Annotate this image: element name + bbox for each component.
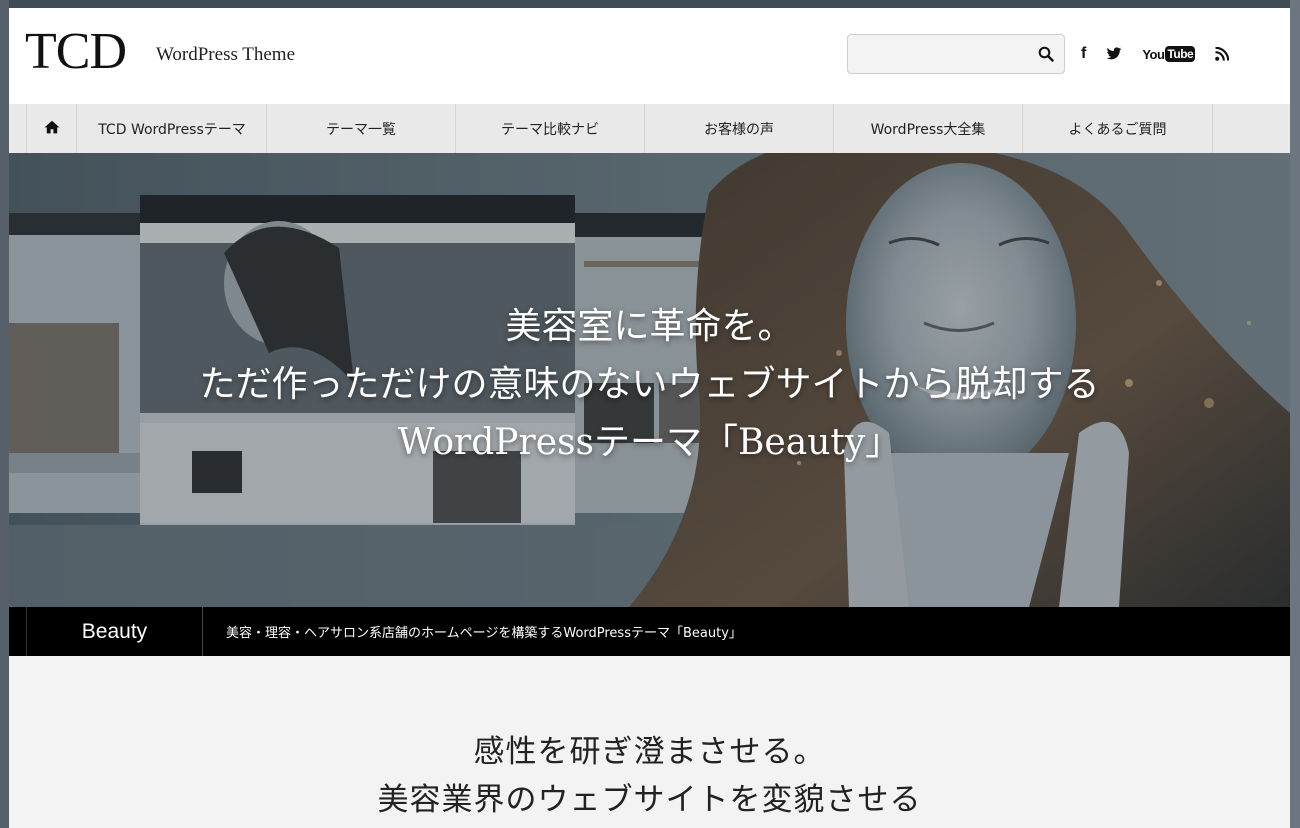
rss-icon[interactable] (1215, 44, 1230, 64)
nav-item-label: お客様の声 (704, 121, 774, 138)
nav-item-label: WordPress大全集 (870, 121, 986, 138)
hero-banner[interactable]: 美容室に革命を。 ただ作っただけの意味のないウェブサイトから脱却する WordP… (9, 153, 1290, 607)
social-links: f You Tube (1081, 44, 1249, 64)
twitter-icon[interactable] (1106, 44, 1122, 64)
youtube-tube-text: Tube (1165, 46, 1196, 62)
nav-item-label: テーマ一覧 (326, 121, 396, 138)
intro-headline-line-2: 美容業界のウェブサイトを変貌させる (377, 782, 922, 818)
intro-section: 感性を研ぎ澄まさせる。 美容業界のウェブサイトを変貌させる (9, 656, 1290, 828)
theme-description: 美容・理容・ヘアサロン系店舗のホームページを構築するWordPressテーマ「B… (226, 626, 742, 641)
hero-headline-line-1: 美容室に革命を。 (505, 306, 794, 347)
nav-item-customer-voice[interactable]: お客様の声 (645, 104, 834, 153)
site-logo-subtitle: WordPress Theme (156, 44, 296, 65)
page: TCD WordPress Theme f You Tube TCD WordP… (9, 8, 1290, 828)
nav-item-wordpress-encyclopedia[interactable]: WordPress大全集 (834, 104, 1023, 153)
theme-name[interactable]: Beauty (26, 607, 203, 656)
nav-item-theme-list[interactable]: テーマ一覧 (267, 104, 456, 153)
site-logo[interactable]: TCD (25, 26, 127, 78)
facebook-icon[interactable]: f (1081, 44, 1086, 64)
nav-item-label: テーマ比較ナビ (501, 121, 599, 138)
site-header: TCD WordPress Theme f You Tube (9, 8, 1290, 104)
youtube-you-text: You (1142, 46, 1165, 62)
search-icon[interactable] (1038, 46, 1054, 62)
search-input[interactable] (854, 41, 1024, 67)
hero-headline-line-2: ただ作っただけの意味のないウェブサイトから脱却する (199, 364, 1100, 405)
hero-headline: 美容室に革命を。 ただ作っただけの意味のないウェブサイトから脱却する WordP… (9, 298, 1290, 472)
nav-item-label: TCD WordPressテーマ (98, 121, 246, 138)
nav-item-faq[interactable]: よくあるご質問 (1023, 104, 1213, 153)
youtube-icon[interactable]: You Tube (1142, 44, 1196, 64)
global-nav: TCD WordPressテーマ テーマ一覧 テーマ比較ナビ お客様の声 Wor… (9, 104, 1290, 153)
intro-headline-line-1: 感性を研ぎ澄まさせる。 (473, 734, 826, 770)
theme-info-bar: Beauty 美容・理容・ヘアサロン系店舗のホームページを構築するWordPre… (9, 607, 1290, 656)
window-frame-right (1290, 0, 1300, 828)
intro-headline: 感性を研ぎ澄まさせる。 美容業界のウェブサイトを変貌させる (9, 728, 1290, 824)
nav-item-label: よくあるご質問 (1068, 121, 1167, 138)
nav-item-tcd-wordpress-theme[interactable]: TCD WordPressテーマ (78, 104, 267, 153)
window-frame-top (0, 0, 1300, 8)
hero-headline-line-3: WordPressテーマ「Beauty」 (397, 422, 902, 463)
search-box (847, 34, 1065, 74)
window-frame-left (0, 0, 9, 828)
nav-home[interactable] (26, 104, 77, 153)
home-icon (44, 120, 60, 138)
nav-item-theme-compare[interactable]: テーマ比較ナビ (456, 104, 645, 153)
